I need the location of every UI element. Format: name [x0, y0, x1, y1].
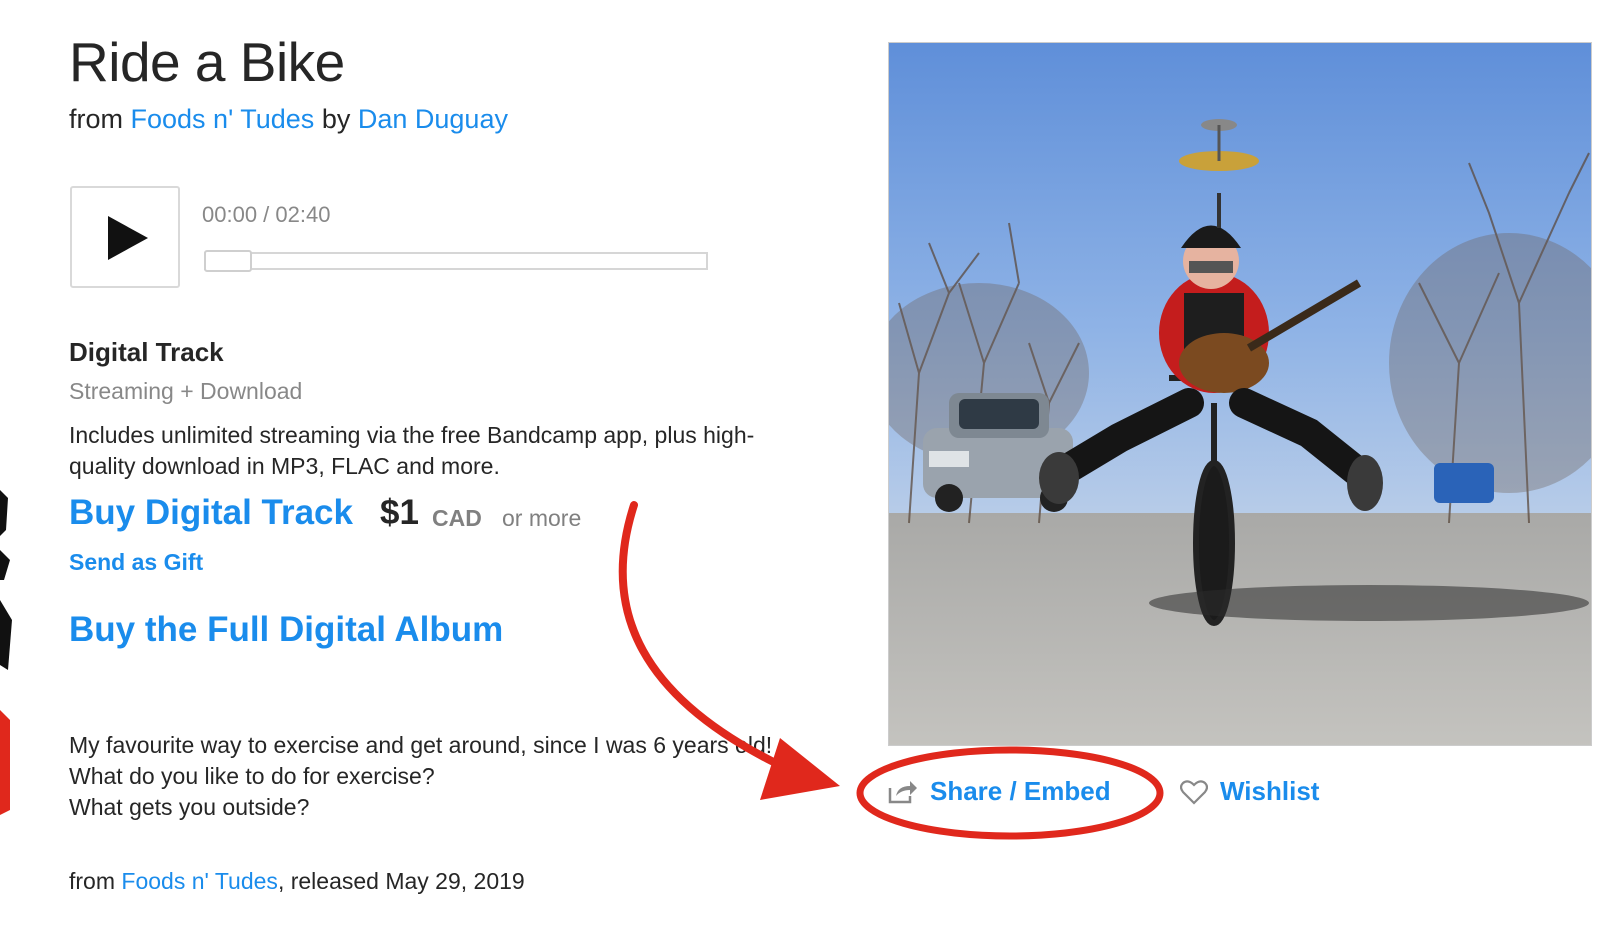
buy-full-album-button[interactable]: Buy the Full Digital Album: [69, 610, 503, 650]
track-byline: from Foods n' Tudes by Dan Duguay: [69, 104, 508, 135]
share-embed-button[interactable]: Share / Embed: [888, 776, 1111, 807]
play-icon: [108, 216, 148, 260]
send-as-gift-link[interactable]: Send as Gift: [69, 549, 203, 576]
digital-track-description: Includes unlimited streaming via the fre…: [69, 420, 829, 482]
about-line-2: What do you like to do for exercise?: [69, 763, 435, 789]
price-value: $1: [380, 493, 419, 532]
progress-bar[interactable]: [204, 252, 708, 270]
about-line-3: What gets you outside?: [69, 794, 310, 820]
page: Ride a Bike from Foods n' Tudes by Dan D…: [0, 0, 1616, 930]
wishlist-button[interactable]: Wishlist: [1180, 776, 1319, 807]
byline-from: from: [69, 104, 123, 134]
description-line-2: quality download in MP3, FLAC and more.: [69, 453, 500, 479]
album-art-image: [889, 43, 1591, 745]
release-from: from: [69, 868, 115, 894]
album-link[interactable]: Foods n' Tudes: [131, 104, 315, 134]
partial-edge-icon: [0, 490, 12, 815]
release-info: from Foods n' Tudes, released May 29, 20…: [69, 868, 525, 895]
release-date: , released May 29, 2019: [277, 868, 525, 894]
share-icon: [888, 780, 917, 803]
price-or-more: or more: [502, 505, 582, 531]
wishlist-label: Wishlist: [1220, 776, 1320, 806]
about-line-1: My favourite way to exercise and get aro…: [69, 732, 773, 758]
play-button[interactable]: [70, 186, 180, 288]
digital-track-subtitle: Streaming + Download: [69, 378, 303, 404]
album-art[interactable]: [888, 42, 1592, 746]
progress-thumb[interactable]: [204, 250, 252, 272]
buy-digital-track-button[interactable]: Buy Digital Track: [69, 493, 353, 533]
description-line-1: Includes unlimited streaming via the fre…: [69, 422, 755, 448]
share-embed-label: Share / Embed: [930, 776, 1111, 806]
heart-icon: [1180, 779, 1208, 805]
playback-time: 00:00 / 02:40: [202, 202, 331, 227]
release-album-link[interactable]: Foods n' Tudes: [121, 868, 278, 894]
digital-track-label: Digital Track: [69, 337, 224, 367]
track-about: My favourite way to exercise and get aro…: [69, 730, 772, 823]
price-currency: CAD: [432, 505, 482, 531]
track-title: Ride a Bike: [69, 31, 345, 93]
artist-link[interactable]: Dan Duguay: [358, 104, 508, 134]
byline-by: by: [321, 104, 351, 134]
